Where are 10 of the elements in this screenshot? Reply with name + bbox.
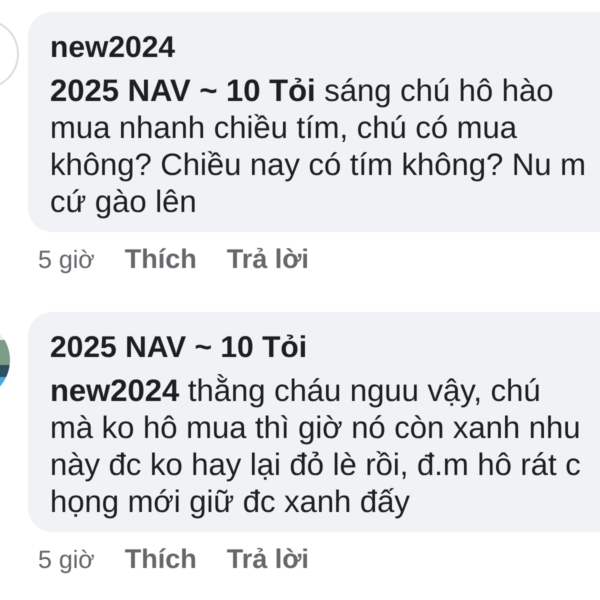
reply-button[interactable]: Trả lời <box>226 544 309 575</box>
reply-button[interactable]: Trả lời <box>226 244 309 275</box>
comment-text: 2025 NAV ~ 10 Tỏi sáng chú hô hào mua nhanh chiều tím, chú có mua không? Chiều nay có tím không? Nu m cứ gào lên <box>50 72 587 220</box>
like-button[interactable]: Thích <box>124 544 197 575</box>
author-name[interactable]: new2024 <box>50 26 600 70</box>
author-name[interactable]: 2025 NAV ~ 10 Tỏi <box>50 326 600 370</box>
comment-text: new2024 thằng cháu nguu vậy, chú mà ko hô mua thì giờ nó còn xanh nhu này đc ko hay lại đỏ lè rồi, đ.m hô rát c họng mới giữ đc xanh đấy <box>50 372 582 520</box>
like-button[interactable]: Thích <box>124 244 197 275</box>
timestamp: 5 giờ <box>38 246 95 275</box>
timestamp: 5 giờ <box>38 546 95 575</box>
